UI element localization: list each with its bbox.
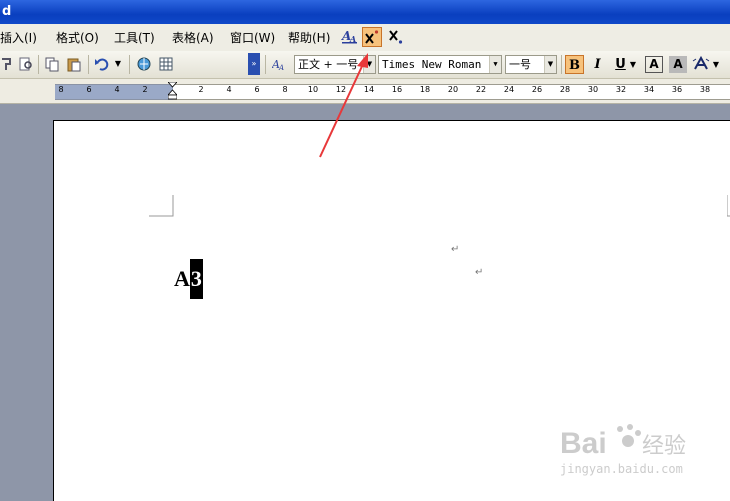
watermark-url: jingyan.baidu.com	[560, 462, 683, 476]
baidu-watermark: Bai 经验 jingyan.baidu.com	[560, 415, 700, 485]
watermark-brand: Bai	[560, 427, 607, 460]
watermark-brand2: 经验	[642, 434, 686, 459]
